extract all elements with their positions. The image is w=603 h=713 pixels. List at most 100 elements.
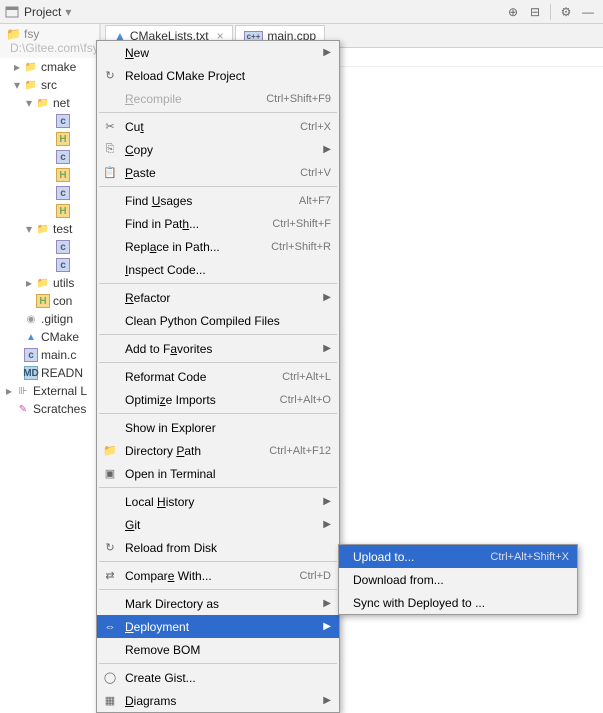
collapse-icon[interactable]: ⊟ <box>524 2 546 22</box>
project-icon <box>4 4 20 20</box>
chevron-right-icon[interactable]: ▸ <box>4 384 14 398</box>
chevron-right-icon[interactable]: ▸ <box>12 60 22 74</box>
deployment-submenu: Upload to...Ctrl+Alt+Shift+X Download fr… <box>338 544 578 615</box>
folder-icon: 📁 <box>36 222 50 236</box>
chevron-down-icon[interactable]: ▾ <box>24 222 34 236</box>
menu-optimize-imports[interactable]: Optimize ImportsCtrl+Alt+O <box>97 388 339 411</box>
chevron-right-icon: ▶ <box>323 598 331 609</box>
menu-reload-disk[interactable]: ↻Reload from Disk <box>97 536 339 559</box>
tree-file[interactable]: cmain.c <box>0 346 99 364</box>
cpp-icon: c <box>56 114 70 128</box>
hide-icon[interactable]: — <box>577 2 599 22</box>
tree-file[interactable]: c <box>0 238 99 256</box>
header-icon: H <box>36 294 50 308</box>
menu-reformat[interactable]: Reformat CodeCtrl+Alt+L <box>97 365 339 388</box>
menu-remove-bom[interactable]: Remove BOM <box>97 638 339 661</box>
chevron-right-icon: ▶ <box>323 144 331 155</box>
folder-icon: 📁 <box>24 60 38 74</box>
folder-icon: 📁 <box>6 27 21 41</box>
cpp-icon: c <box>56 258 70 272</box>
menu-clean-python[interactable]: Clean Python Compiled Files <box>97 309 339 332</box>
menu-local-history[interactable]: Local History▶ <box>97 490 339 513</box>
menu-reload-cmake[interactable]: ↻Reload CMake Project <box>97 64 339 87</box>
menu-show-explorer[interactable]: Show in Explorer <box>97 416 339 439</box>
submenu-sync[interactable]: Sync with Deployed to ... <box>339 591 577 614</box>
project-toolbar: Project ▾ ⊕ ⊟ ⚙ — <box>0 0 603 24</box>
paste-icon: 📋 <box>102 166 118 179</box>
chevron-down-icon[interactable]: ▾ <box>12 78 22 92</box>
diagram-icon: ▦ <box>102 694 118 707</box>
menu-find-in-path[interactable]: Find in Path...Ctrl+Shift+F <box>97 212 339 235</box>
menu-new[interactable]: New▶ <box>97 41 339 64</box>
menu-compare[interactable]: ⇄Compare With...Ctrl+D <box>97 564 339 587</box>
tree-file[interactable]: H <box>0 202 99 220</box>
markdown-icon: MD <box>24 366 38 380</box>
tree-folder[interactable]: ▸📁cmake <box>0 58 99 76</box>
chevron-down-icon[interactable]: ▾ <box>24 96 34 110</box>
menu-refactor[interactable]: Refactor▶ <box>97 286 339 309</box>
cmake-icon: ▲ <box>24 330 38 344</box>
chevron-right-icon: ▶ <box>323 343 331 354</box>
menu-git[interactable]: Git▶ <box>97 513 339 536</box>
menu-paste[interactable]: 📋PasteCtrl+V <box>97 161 339 184</box>
menu-inspect[interactable]: Inspect Code... <box>97 258 339 281</box>
tree-scratches[interactable]: ✎Scratches <box>0 400 99 418</box>
chevron-right-icon[interactable]: ▸ <box>24 276 34 290</box>
folder-icon: 📁 <box>36 96 50 110</box>
menu-open-terminal[interactable]: ▣Open in Terminal <box>97 462 339 485</box>
menu-copy[interactable]: ⎘Copy▶ <box>97 138 339 161</box>
project-tree: 📁 fsy D:\Gitee.com\fsy ▸📁cmake ▾📁src ▾📁n… <box>0 24 100 692</box>
cpp-icon: c <box>56 186 70 200</box>
tree-file[interactable]: ◉.gitign <box>0 310 99 328</box>
chevron-right-icon: ▶ <box>323 47 331 58</box>
chevron-right-icon: ▶ <box>323 621 331 632</box>
copy-icon: ⎘ <box>102 143 118 156</box>
folder-icon: 📁 <box>24 78 38 92</box>
menu-diagrams[interactable]: ▦Diagrams▶ <box>97 689 339 712</box>
tree-folder[interactable]: ▸📁utils <box>0 274 99 292</box>
menu-directory-path[interactable]: 📁Directory PathCtrl+Alt+F12 <box>97 439 339 462</box>
tree-file[interactable]: c <box>0 112 99 130</box>
menu-deployment[interactable]: ⇔Deployment▶ <box>97 615 339 638</box>
target-icon[interactable]: ⊕ <box>502 2 524 22</box>
context-menu: New▶ ↻Reload CMake Project RecompileCtrl… <box>96 40 340 713</box>
tree-file[interactable]: c <box>0 148 99 166</box>
tree-file[interactable]: H <box>0 130 99 148</box>
chevron-right-icon: ▶ <box>323 496 331 507</box>
tree-folder[interactable]: ▾📁test <box>0 220 99 238</box>
deployment-icon: ⇔ <box>102 621 118 633</box>
menu-create-gist[interactable]: ◯Create Gist... <box>97 666 339 689</box>
menu-recompile: RecompileCtrl+Shift+F9 <box>97 87 339 110</box>
submenu-download[interactable]: Download from... <box>339 568 577 591</box>
compare-icon: ⇄ <box>102 569 118 582</box>
library-icon: ⊪ <box>16 384 30 398</box>
header-icon: H <box>56 204 70 218</box>
cpp-icon: c <box>56 150 70 164</box>
tree-file[interactable]: Hcon <box>0 292 99 310</box>
tree-file[interactable]: H <box>0 166 99 184</box>
tree-file[interactable]: c <box>0 184 99 202</box>
tree-folder[interactable]: ▾📁src <box>0 76 99 94</box>
project-path[interactable]: 📁 fsy D:\Gitee.com\fsy <box>0 24 99 58</box>
tree-file[interactable]: c <box>0 256 99 274</box>
github-icon: ◯ <box>102 671 118 684</box>
folder-icon: 📁 <box>36 276 50 290</box>
reload-icon: ↻ <box>102 541 118 554</box>
header-icon: H <box>56 168 70 182</box>
reload-icon: ↻ <box>102 69 118 82</box>
cpp-icon: c <box>56 240 70 254</box>
menu-favorites[interactable]: Add to Favorites▶ <box>97 337 339 360</box>
gear-icon[interactable]: ⚙ <box>555 2 577 22</box>
tree-folder[interactable]: ▾📁net <box>0 94 99 112</box>
menu-replace-in-path[interactable]: Replace in Path...Ctrl+Shift+R <box>97 235 339 258</box>
tree-external[interactable]: ▸⊪External L <box>0 382 99 400</box>
chevron-right-icon: ▶ <box>323 695 331 706</box>
dropdown-icon[interactable]: ▾ <box>65 5 71 19</box>
tree-file[interactable]: ▲CMake <box>0 328 99 346</box>
submenu-upload[interactable]: Upload to...Ctrl+Alt+Shift+X <box>339 545 577 568</box>
menu-find-usages[interactable]: Find UsagesAlt+F7 <box>97 189 339 212</box>
tree-file[interactable]: MDREADN <box>0 364 99 382</box>
header-icon: H <box>56 132 70 146</box>
menu-mark-directory[interactable]: Mark Directory as▶ <box>97 592 339 615</box>
menu-cut[interactable]: ✂CutCtrl+X <box>97 115 339 138</box>
